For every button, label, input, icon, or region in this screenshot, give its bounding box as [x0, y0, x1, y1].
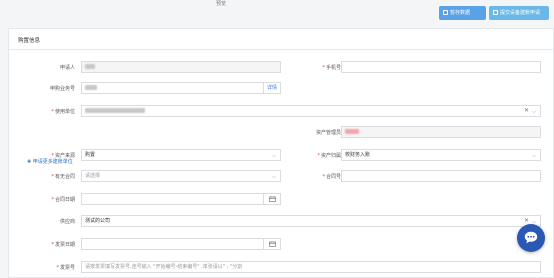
request-detail-button[interactable]: 详情: [263, 83, 280, 93]
calendar-icon[interactable]: [263, 194, 280, 204]
asset-admin-field: [341, 126, 541, 138]
chat-bubble-icon: [524, 231, 538, 244]
contract-date-input[interactable]: [81, 193, 281, 205]
save-icon: [443, 10, 448, 15]
use-unit-label: *使用单位: [51, 109, 75, 115]
chevron-down-icon: ⌵: [532, 109, 536, 115]
clear-icon[interactable]: ✕: [524, 106, 529, 116]
submit-icon: [493, 10, 498, 15]
applicant-field: [81, 61, 281, 73]
invoice-no-label: *发票号: [56, 265, 75, 271]
phone-label: *手机号: [322, 65, 341, 71]
asset-source-value: 购置: [85, 152, 96, 158]
add-unit-link[interactable]: ✚ 申请更多建账单位: [27, 158, 73, 165]
asset-source-label: *资产来源: [51, 153, 75, 159]
applicant-label: 申请人: [59, 65, 75, 71]
supplier-label: 供应商: [59, 219, 75, 225]
supplier-select[interactable]: 测试的公司 ✕ ⌵: [81, 215, 541, 227]
invoice-no-input[interactable]: 请按发票填写发票号,连号输入 "开始编号-结束编号" ,单张请以" ; "分割: [81, 261, 541, 273]
use-unit-redacted: [85, 108, 145, 113]
invoice-date-label: *发票日期: [51, 242, 75, 248]
chevron-down-icon: ⌵: [532, 153, 536, 159]
chat-button[interactable]: [517, 224, 545, 252]
top-toolbar: 预览 暂存数据 提交设备建账申请: [0, 0, 554, 26]
invoice-no-placeholder: 请按发票填写发票号,连号输入 "开始编号-结束编号" ,单张请以" ; "分割: [85, 264, 243, 270]
asset-admin-redacted: [345, 129, 359, 134]
request-no-input[interactable]: 详情: [81, 82, 281, 94]
has-contract-placeholder: 请选择: [85, 173, 101, 179]
has-contract-select[interactable]: 请选择 ⌵: [81, 170, 281, 182]
panel-divider: [9, 49, 553, 50]
contract-no-label: *合同号: [322, 174, 341, 180]
purchase-info-panel: 购置信息 申请人 *手机号 申购业务号 详情 *使用单位 ✕ ⌵ ✚ 申请更多建…: [8, 28, 554, 278]
calendar-icon[interactable]: [263, 239, 280, 249]
top-hint: 预览: [216, 1, 227, 7]
save-draft-label: 暂存数据: [450, 10, 471, 16]
asset-belong-value: 校财务入账: [345, 152, 371, 158]
invoice-date-input[interactable]: [81, 238, 281, 250]
contract-date-label: *合同日期: [51, 197, 75, 203]
has-contract-label: *有无合同: [51, 174, 75, 180]
supplier-value: 测试的公司: [85, 218, 111, 224]
request-no-label: 申购业务号: [49, 86, 75, 92]
panel-title: 购置信息: [18, 38, 41, 44]
phone-input[interactable]: [341, 61, 541, 73]
save-draft-button[interactable]: 暂存数据: [439, 6, 486, 20]
asset-source-select[interactable]: 购置 ⌵: [81, 149, 281, 161]
use-unit-select[interactable]: ✕ ⌵: [81, 105, 541, 117]
asset-belong-select[interactable]: 校财务入账 ⌵: [341, 149, 541, 161]
submit-label: 提交设备建账申请: [500, 10, 541, 16]
chevron-down-icon: ⌵: [272, 174, 276, 180]
request-no-redacted: [85, 85, 97, 90]
asset-belong-label: *资产归属: [317, 153, 341, 159]
applicant-redacted: [85, 64, 95, 69]
submit-button[interactable]: 提交设备建账申请: [489, 6, 549, 20]
chevron-down-icon: ⌵: [272, 153, 276, 159]
asset-admin-label: 资产管理员: [315, 130, 341, 136]
contract-no-input[interactable]: [341, 170, 541, 182]
